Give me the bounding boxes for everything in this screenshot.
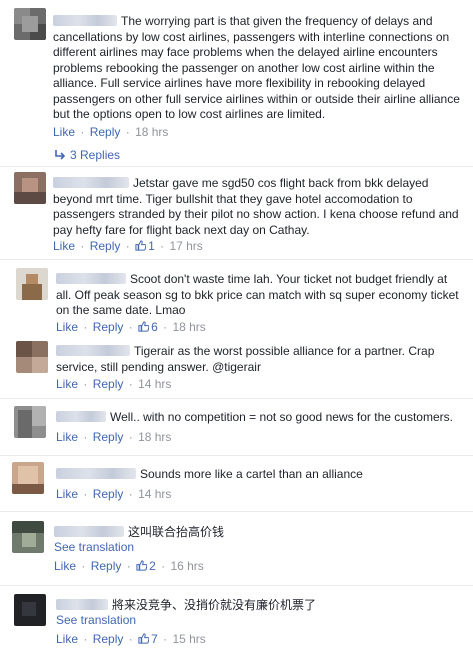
divider bbox=[0, 511, 473, 512]
commenter-name[interactable] bbox=[56, 273, 126, 284]
like-button[interactable]: Like bbox=[53, 125, 75, 139]
comment-text: 將来没竞争、没捎价就没有廉价机票了 bbox=[56, 598, 464, 614]
commenter-name[interactable] bbox=[53, 177, 129, 188]
comment-text: The worrying part is that given the freq… bbox=[53, 14, 460, 121]
comment-actions: Like · Reply · 14 hrs bbox=[56, 487, 172, 501]
reply-button[interactable]: Reply bbox=[91, 559, 122, 573]
comment-actions: Like · Reply · 14 hrs bbox=[56, 377, 172, 391]
view-replies-link[interactable]: 3 Replies bbox=[55, 148, 120, 162]
comment-actions: Like · Reply · 2 · 16 hrs bbox=[54, 559, 204, 573]
avatar[interactable] bbox=[12, 521, 44, 553]
reply-button[interactable]: Reply bbox=[90, 239, 121, 253]
comment-actions: Like · Reply · 18 hrs bbox=[53, 125, 169, 139]
like-count[interactable]: 1 bbox=[135, 239, 155, 253]
commenter-name[interactable] bbox=[53, 15, 117, 26]
commenter-name[interactable] bbox=[54, 526, 124, 537]
timestamp[interactable]: 16 hrs bbox=[170, 559, 203, 573]
like-button[interactable]: Like bbox=[56, 632, 78, 646]
timestamp[interactable]: 15 hrs bbox=[172, 632, 205, 646]
commenter-name[interactable] bbox=[56, 345, 130, 356]
thumbs-up-icon bbox=[135, 240, 147, 251]
reply-button[interactable]: Reply bbox=[93, 632, 124, 646]
like-button[interactable]: Like bbox=[56, 377, 78, 391]
comment-text: Scoot don't waste time lah. Your ticket … bbox=[56, 272, 459, 317]
divider bbox=[0, 585, 473, 586]
timestamp[interactable]: 14 hrs bbox=[138, 377, 171, 391]
reply-arrow-icon bbox=[55, 150, 66, 160]
timestamp[interactable]: 18 hrs bbox=[138, 430, 171, 444]
like-count[interactable]: 2 bbox=[136, 559, 156, 573]
divider bbox=[0, 259, 473, 260]
see-translation-link[interactable]: See translation bbox=[54, 540, 134, 554]
thumbs-up-icon bbox=[138, 321, 150, 332]
comment-text: Jetstar gave me sgd50 cos flight back fr… bbox=[53, 176, 459, 237]
comment-text: Sounds more like a cartel than an allian… bbox=[56, 467, 464, 483]
comments-feed: The worrying part is that given the freq… bbox=[0, 0, 473, 661]
comment-text: Tigerair as the worst possible alliance … bbox=[56, 344, 435, 374]
commenter-name[interactable] bbox=[56, 411, 106, 422]
timestamp[interactable]: 18 hrs bbox=[135, 125, 168, 139]
divider bbox=[0, 398, 473, 399]
timestamp[interactable]: 18 hrs bbox=[172, 320, 205, 334]
avatar[interactable] bbox=[14, 8, 46, 40]
like-count[interactable]: 6 bbox=[138, 320, 158, 334]
reply-button[interactable]: Reply bbox=[93, 430, 124, 444]
commenter-name[interactable] bbox=[56, 468, 136, 479]
avatar[interactable] bbox=[14, 172, 46, 204]
divider bbox=[0, 166, 473, 167]
timestamp[interactable]: 14 hrs bbox=[138, 487, 171, 501]
avatar[interactable] bbox=[16, 341, 48, 373]
commenter-name[interactable] bbox=[56, 599, 108, 610]
like-count[interactable]: 7 bbox=[138, 632, 158, 646]
like-button[interactable]: Like bbox=[56, 487, 78, 501]
comment-actions: Like · Reply · 18 hrs bbox=[56, 430, 172, 444]
thumbs-up-icon bbox=[138, 633, 150, 644]
avatar[interactable] bbox=[14, 594, 46, 626]
avatar[interactable] bbox=[16, 268, 48, 300]
like-button[interactable]: Like bbox=[56, 320, 78, 334]
comment-actions: Like · Reply · 6 · 18 hrs bbox=[56, 320, 206, 334]
reply-button[interactable]: Reply bbox=[93, 487, 124, 501]
comment-actions: Like · Reply · 1 · 17 hrs bbox=[53, 239, 203, 253]
divider bbox=[0, 455, 473, 456]
reply-button[interactable]: Reply bbox=[93, 320, 124, 334]
like-button[interactable]: Like bbox=[56, 430, 78, 444]
avatar[interactable] bbox=[14, 406, 46, 438]
reply-button[interactable]: Reply bbox=[90, 125, 121, 139]
comment-text: 这叫联合抬高价钱 bbox=[54, 525, 464, 541]
thumbs-up-icon bbox=[136, 560, 148, 571]
reply-button[interactable]: Reply bbox=[93, 377, 124, 391]
timestamp[interactable]: 17 hrs bbox=[169, 239, 202, 253]
comment-text: Well.. with no competition = not so good… bbox=[56, 410, 464, 426]
avatar[interactable] bbox=[12, 462, 44, 494]
comment-actions: Like · Reply · 7 · 15 hrs bbox=[56, 632, 206, 646]
see-translation-link[interactable]: See translation bbox=[56, 613, 136, 627]
like-button[interactable]: Like bbox=[54, 559, 76, 573]
like-button[interactable]: Like bbox=[53, 239, 75, 253]
